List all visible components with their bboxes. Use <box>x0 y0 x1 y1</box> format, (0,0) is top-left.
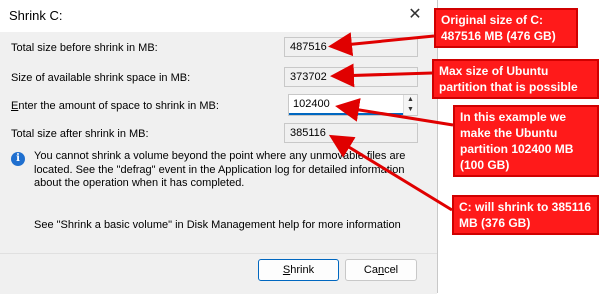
total-before-value: 487516 <box>284 37 418 57</box>
info-message: You cannot shrink a volume beyond the po… <box>34 150 406 189</box>
annotation-result-size: C: will shrink to 385116 MB (376 GB) <box>452 195 599 235</box>
spin-down-icon[interactable]: ▼ <box>403 105 417 115</box>
total-after-value: 385116 <box>284 123 418 143</box>
spin-up-icon[interactable]: ▲ <box>403 95 417 105</box>
annotation-original-size: Original size of C: 487516 MB (476 GB) <box>434 8 578 48</box>
dialog-title: Shrink C: <box>9 8 63 23</box>
shrink-button[interactable]: Shrink <box>258 259 339 281</box>
close-icon[interactable]: ✕ <box>403 4 427 26</box>
shrink-dialog: Shrink C: ✕ Total size before shrink in … <box>0 0 438 294</box>
annotation-max-size: Max size of Ubuntu partition that is pos… <box>432 59 599 99</box>
cancel-button[interactable]: Cancel <box>345 259 417 281</box>
total-after-label: Total size after shrink in MB: <box>11 128 149 140</box>
shrink-amount-input[interactable] <box>289 95 403 115</box>
title-bar: Shrink C: ✕ <box>0 0 437 32</box>
total-before-label: Total size before shrink in MB: <box>11 42 158 54</box>
info-icon: i <box>11 152 25 166</box>
annotation-example: In this example we make the Ubuntu parti… <box>453 105 599 177</box>
help-message: See "Shrink a basic volume" in Disk Mana… <box>34 219 401 231</box>
available-shrink-label: Size of available shrink space in MB: <box>11 72 191 84</box>
available-shrink-value: 373702 <box>284 67 418 87</box>
shrink-amount-label: Enter the amount of space to shrink in M… <box>11 100 219 112</box>
shrink-amount-spinner: ▲ ▼ <box>403 95 417 115</box>
